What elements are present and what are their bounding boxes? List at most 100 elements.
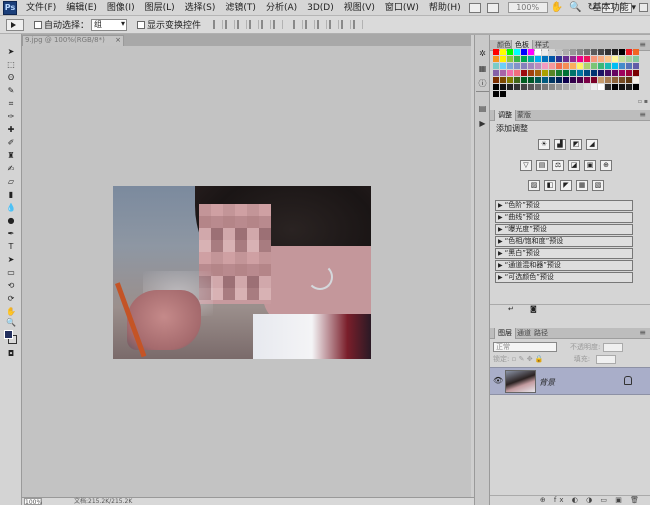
swatch[interactable] (619, 63, 625, 69)
swatch[interactable] (500, 84, 506, 90)
menu-file[interactable]: 文件(F) (21, 0, 61, 16)
swatch[interactable] (542, 70, 548, 76)
swatch[interactable] (626, 84, 632, 90)
swatch[interactable] (591, 84, 597, 90)
menu-3d[interactable]: 3D(D) (302, 0, 339, 16)
swatch[interactable] (633, 77, 639, 83)
distribute-right-icon[interactable] (353, 20, 364, 29)
exposure-icon[interactable]: ◢ (586, 139, 598, 150)
swatch[interactable] (521, 49, 527, 55)
distribute-center-icon[interactable] (341, 20, 352, 29)
swatch[interactable] (612, 84, 618, 90)
hand-tool-icon[interactable]: ✋ (4, 306, 18, 317)
move-tool-preset-icon[interactable] (6, 18, 24, 31)
swatch[interactable] (563, 63, 569, 69)
swatch[interactable] (556, 77, 562, 83)
status-zoom-field[interactable]: 100% (24, 498, 42, 505)
swatch[interactable] (535, 63, 541, 69)
layers-footer[interactable]: ⊕ fx ◐ ◑ ▭ ▣ 🗑 (490, 495, 650, 505)
swatch[interactable] (521, 84, 527, 90)
hand-icon[interactable]: ✋ (551, 2, 563, 13)
vibrance-icon[interactable]: ▽ (520, 160, 532, 171)
distribute-top-icon[interactable] (293, 20, 304, 29)
swatch[interactable] (591, 63, 597, 69)
swatch[interactable] (633, 70, 639, 76)
swatch[interactable] (577, 70, 583, 76)
swatch[interactable] (528, 63, 534, 69)
swatch[interactable] (549, 84, 555, 90)
swatch[interactable] (633, 84, 639, 90)
swatch[interactable] (577, 77, 583, 83)
lasso-tool-icon[interactable]: ʘ (4, 72, 18, 83)
swatch[interactable] (619, 49, 625, 55)
preset-levels[interactable]: ▶ “色阶”预设 (495, 200, 633, 211)
preset-curves[interactable]: ▶ “曲线”预设 (495, 212, 633, 223)
tab-adjustments[interactable]: 调整 (494, 110, 516, 121)
move-tool-icon[interactable]: ➤ (4, 46, 18, 57)
clone-stamp-tool-icon[interactable]: ♜ (4, 150, 18, 161)
swatch[interactable] (605, 70, 611, 76)
color-balance-icon[interactable]: ⚖ (552, 160, 564, 171)
zoom-icon[interactable]: 🔍 (569, 2, 581, 13)
swatch[interactable] (556, 70, 562, 76)
swatch[interactable] (528, 77, 534, 83)
swatch[interactable] (493, 77, 499, 83)
color-panel-icon[interactable]: ✲ (477, 48, 488, 59)
swatch[interactable] (598, 77, 604, 83)
swatch[interactable] (542, 63, 548, 69)
swatch[interactable] (612, 77, 618, 83)
swatch[interactable] (556, 56, 562, 62)
swatch[interactable] (605, 77, 611, 83)
swatch[interactable] (619, 77, 625, 83)
swatch[interactable] (549, 56, 555, 62)
swatch[interactable] (605, 84, 611, 90)
swatch[interactable] (535, 84, 541, 90)
swatch[interactable] (493, 49, 499, 55)
swatch[interactable] (549, 49, 555, 55)
swatch[interactable] (563, 84, 569, 90)
swatch[interactable] (507, 84, 513, 90)
swatch[interactable] (591, 49, 597, 55)
swatch[interactable] (626, 56, 632, 62)
swatch[interactable] (549, 70, 555, 76)
window-control-icon[interactable] (639, 3, 648, 12)
hue-saturation-icon[interactable]: ▤ (536, 160, 548, 171)
swatch[interactable] (584, 49, 590, 55)
levels-icon[interactable]: ▟ (554, 139, 566, 150)
swatch[interactable] (612, 49, 618, 55)
swatch[interactable] (542, 77, 548, 83)
swatch[interactable] (584, 77, 590, 83)
swatch[interactable] (556, 84, 562, 90)
blur-tool-icon[interactable]: 💧 (4, 202, 18, 213)
mini-bridge-icon[interactable] (486, 2, 499, 13)
lock-all-icon[interactable]: 🔒 (535, 355, 544, 363)
auto-select-dropdown[interactable]: 组 (91, 18, 128, 31)
menu-view[interactable]: 视图(V) (339, 0, 380, 16)
swatch[interactable] (535, 49, 541, 55)
swatch[interactable] (598, 63, 604, 69)
type-tool-icon[interactable]: T (4, 241, 18, 252)
swatch[interactable] (598, 56, 604, 62)
swatch[interactable] (556, 49, 562, 55)
swatch[interactable] (514, 70, 520, 76)
selective-color-icon[interactable]: ▧ (592, 180, 604, 191)
swatch[interactable] (493, 84, 499, 90)
lock-image-icon[interactable]: ✎ (519, 355, 525, 363)
document-image[interactable] (113, 186, 371, 359)
curves-icon[interactable]: ◩ (570, 139, 582, 150)
opacity-field[interactable] (602, 342, 623, 352)
layer-row-background[interactable]: 👁 背景 (490, 367, 650, 395)
swatch[interactable] (493, 63, 499, 69)
clip-icon[interactable]: ◙ (530, 305, 537, 313)
crop-tool-icon[interactable]: ⌗ (4, 98, 18, 109)
zoom-tool-icon[interactable]: 🔍 (4, 317, 18, 328)
swatch[interactable] (535, 77, 541, 83)
swatch[interactable] (507, 49, 513, 55)
3d-rotate-tool-icon[interactable]: ⟲ (4, 280, 18, 291)
swatch[interactable] (549, 63, 555, 69)
swatch[interactable] (619, 56, 625, 62)
menu-layer[interactable]: 图层(L) (140, 0, 180, 16)
zoom-level[interactable]: 100% (507, 2, 548, 13)
swatch[interactable] (563, 56, 569, 62)
swatch[interactable] (570, 77, 576, 83)
